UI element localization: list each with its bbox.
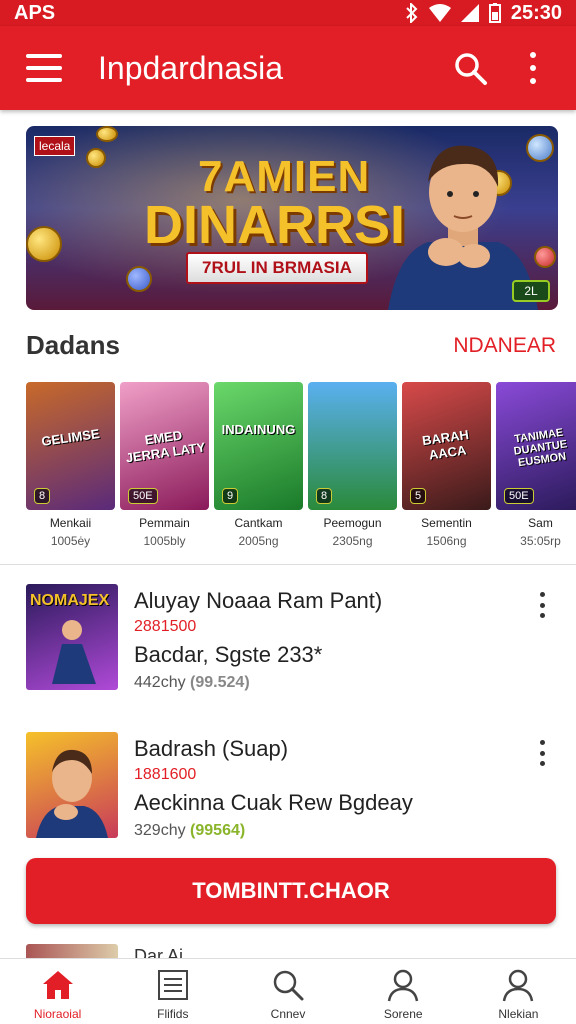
- game-chip: 9: [222, 488, 239, 504]
- game-card[interactable]: GELIMSE 8 Menkaii 1005ėy: [26, 382, 115, 548]
- promo-banner[interactable]: lecala 7AMIEN DINARRSI 7RUL IN BRMASIA 2…: [26, 126, 558, 310]
- game-name: Sementin: [421, 516, 472, 530]
- search-icon: [273, 970, 304, 1001]
- list-item[interactable]: NOMAJEX Aluyay Noaaa Ram Pant) 2881500 B…: [26, 584, 556, 692]
- nav-tab-person[interactable]: Sorene: [346, 959, 461, 1024]
- list-item[interactable]: Badrash (Suap) 1881600 Aeckinna Cuak Rew…: [26, 732, 556, 840]
- nav-label: Nlekian: [498, 1007, 539, 1021]
- banner-badge: 2L: [512, 280, 550, 302]
- divider: [0, 564, 576, 565]
- game-chip: 50E: [128, 488, 158, 504]
- banner-tag: lecala: [34, 136, 76, 156]
- signal-icon: [460, 4, 479, 22]
- nav-label: Sorene: [383, 1007, 423, 1021]
- nav-tab-home[interactable]: Nioraoial: [0, 959, 115, 1024]
- status-left-text: APS: [14, 1, 56, 24]
- game-sub: 35:05rp: [520, 534, 561, 548]
- list-icon: [157, 970, 188, 1000]
- app-bar: Inpdardnasia: [0, 26, 576, 110]
- section-header: Dadans NDANEAR: [26, 330, 556, 361]
- game-name: Cantkam: [234, 516, 283, 530]
- home-icon: [42, 971, 73, 999]
- bluetooth-icon: [406, 3, 418, 23]
- list-title: Aluyay Noaaa Ram Pant): [134, 588, 383, 613]
- nav-label: Nioraoial: [33, 1007, 82, 1021]
- nav-label: Flifids: [157, 1007, 189, 1021]
- list-price: (99564): [190, 822, 246, 839]
- game-name: Sam: [528, 516, 553, 530]
- game-thumbnail: 8: [308, 382, 397, 510]
- list-thumbnail: NOMAJEX: [26, 584, 118, 690]
- profile-icon: [503, 969, 534, 1002]
- wifi-icon: [428, 4, 451, 22]
- game-chip: 5: [410, 488, 427, 504]
- game-thumbnail: INDAINUNG 9: [214, 382, 303, 510]
- next-item-thumbnail: [26, 944, 118, 958]
- list-id: 2881500: [134, 618, 197, 635]
- list-subtitle: Bacdar, Sgste 233*: [134, 642, 323, 667]
- game-chip: 8: [34, 488, 51, 504]
- nav-tab-profile[interactable]: Nlekian: [461, 959, 576, 1024]
- battery-icon: [488, 3, 501, 23]
- game-thumbnail: GELIMSE 8: [26, 382, 115, 510]
- search-icon[interactable]: [452, 50, 488, 86]
- list-price: (99.524): [190, 674, 250, 691]
- list-subtitle: Aeckinna Cuak Rew Bgdeay: [134, 790, 413, 815]
- game-card[interactable]: TANIMAE DUANTUE EUSMON 50E Sam 35:05rp: [496, 382, 576, 548]
- game-name: Pemmain: [139, 516, 190, 530]
- overflow-menu-icon[interactable]: [528, 52, 538, 84]
- game-card[interactable]: BARAH AACA 5 Sementin 1506ng: [402, 382, 491, 548]
- list-meta: 329chy (99564): [134, 822, 246, 839]
- banner-headline-2: DINARRSI: [144, 195, 406, 255]
- status-bar: APS 25:30: [0, 0, 576, 26]
- game-thumbnail: BARAH AACA 5: [402, 382, 491, 510]
- item-menu-icon[interactable]: [538, 740, 546, 766]
- game-sub: 1005bly: [143, 534, 186, 548]
- game-sub: 1506ng: [426, 534, 467, 548]
- game-chip: 50E: [504, 488, 534, 504]
- game-sub: 1005ėy: [50, 534, 91, 548]
- game-thumbnail: TANIMAE DUANTUE EUSMON 50E: [496, 382, 576, 510]
- list-thumbnail: [26, 732, 118, 838]
- game-thumbnail: EMED JERRA LATY 50E: [120, 382, 209, 510]
- section-title: Dadans: [26, 330, 120, 360]
- bottom-navigation: Nioraoial Flifids Cnnev Sorene Nlekian: [0, 958, 576, 1024]
- game-sub: 2305ng: [332, 534, 373, 548]
- person-icon: [387, 969, 419, 1002]
- nav-label: Cnnev: [270, 1007, 306, 1021]
- nav-tab-search[interactable]: Cnnev: [230, 959, 345, 1024]
- game-sub: 2005ng: [238, 534, 279, 548]
- item-menu-icon[interactable]: [538, 592, 546, 618]
- game-card[interactable]: 8 Peemogun 2305ng: [308, 382, 397, 548]
- game-card[interactable]: INDAINUNG 9 Cantkam 2005ng: [214, 382, 303, 548]
- status-icons: 25:30: [405, 2, 562, 25]
- see-all-link[interactable]: NDANEAR: [453, 334, 556, 358]
- game-name: Menkaii: [49, 516, 92, 530]
- nav-tab-list[interactable]: Flifids: [115, 959, 230, 1024]
- list-id: 1881600: [134, 766, 197, 783]
- list-meta: 442chy (99.524): [134, 674, 250, 691]
- status-time: 25:30: [510, 1, 562, 24]
- game-name: Peemogun: [323, 516, 382, 530]
- primary-action-button[interactable]: TOMBINTT.CHAOR: [26, 858, 556, 924]
- game-chip: 8: [316, 488, 333, 504]
- app-title: Inpdardnasia: [98, 49, 284, 86]
- menu-icon[interactable]: [26, 54, 62, 82]
- game-card[interactable]: EMED JERRA LATY 50E Pemmain 1005bly: [120, 382, 209, 548]
- list-title: Badrash (Suap): [134, 736, 289, 761]
- banner-ribbon: 7RUL IN BRMASIA: [186, 252, 368, 284]
- game-carousel[interactable]: GELIMSE 8 Menkaii 1005ėy EMED JERRA LATY…: [26, 382, 576, 548]
